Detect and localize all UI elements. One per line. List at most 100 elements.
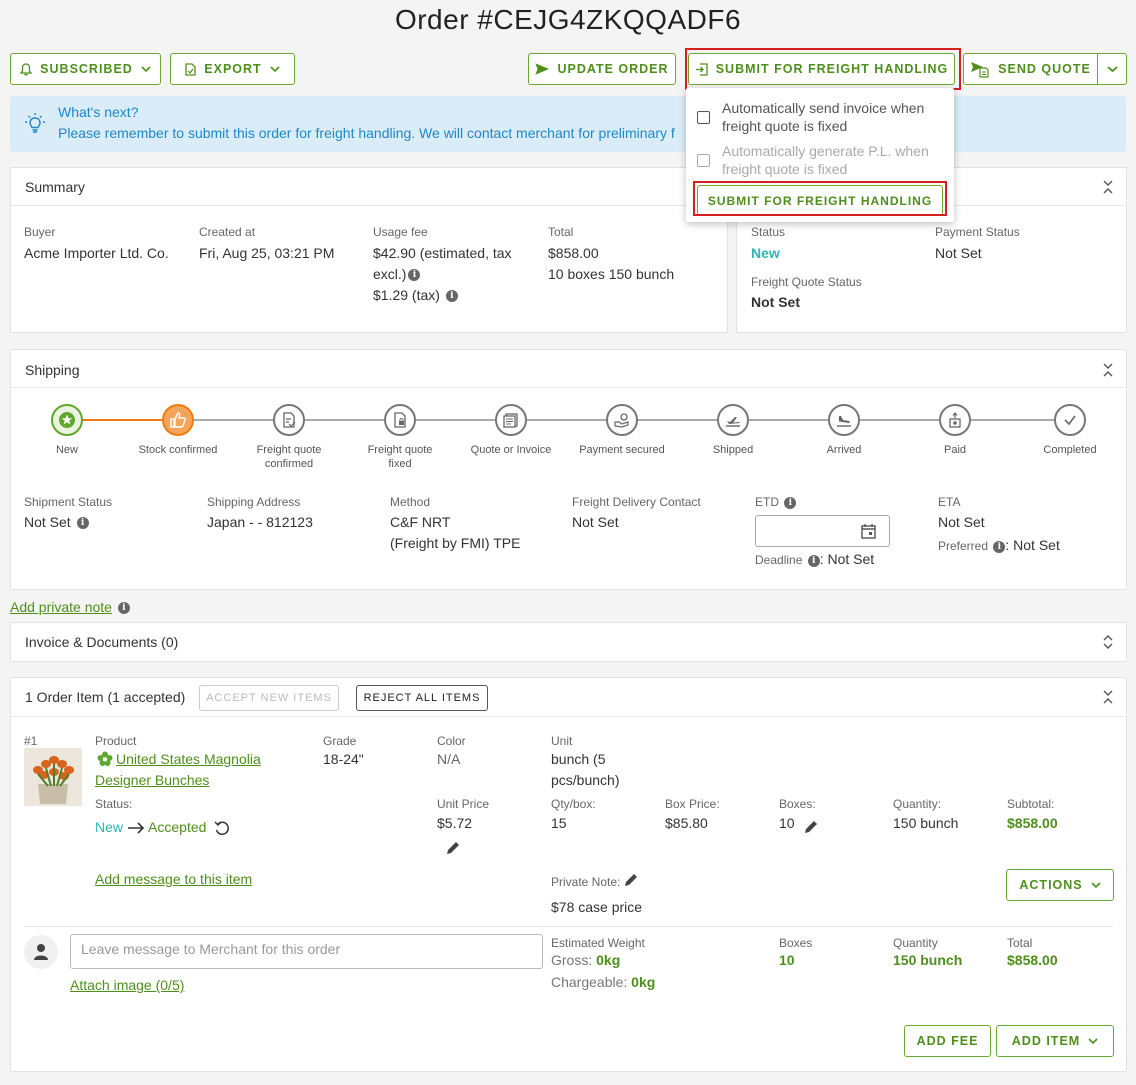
collapse-icon[interactable]: [1101, 179, 1115, 195]
usage-fee-estimated: $42.90 (estimated, tax excl.): [373, 245, 512, 282]
unit-value: bunch (5 pcs/bunch): [551, 751, 620, 788]
item-status-label: Status:: [95, 797, 133, 811]
step-label: Paid: [943, 444, 967, 456]
info-icon[interactable]: i: [117, 602, 130, 615]
usage-fee-label: Usage fee: [373, 225, 428, 239]
buyer-value: Acme Importer Ltd. Co.: [24, 245, 169, 261]
order-items-card: 1 Order Item (1 accepted) ACCEPT NEW ITE…: [10, 677, 1127, 1072]
shipping-title: Shipping: [25, 362, 80, 378]
unit-label: Unit: [551, 734, 573, 748]
total-boxes-label: Boxes: [779, 936, 813, 950]
send-quote-button[interactable]: SEND QUOTE: [963, 53, 1098, 85]
step-label: Freight quote fixed: [367, 444, 433, 470]
qty-box-value: 15: [551, 815, 567, 831]
collapse-icon[interactable]: [1101, 689, 1115, 705]
info-icon[interactable]: i: [807, 554, 820, 567]
total-sub: 10 boxes 150 bunch: [548, 266, 675, 282]
info-icon[interactable]: i: [993, 540, 1006, 553]
product-link[interactable]: United States Magnolia Designer Bunches: [95, 751, 261, 788]
box-price-value: $85.80: [665, 815, 708, 831]
bell-icon: [20, 62, 33, 76]
grand-total-value: $858.00: [1007, 952, 1058, 968]
info-icon[interactable]: i: [408, 269, 421, 282]
deadline-label: Deadline: [755, 553, 803, 567]
step-label: Stock confirmed: [138, 444, 218, 456]
shipment-status-label: Shipment Status: [24, 495, 113, 509]
actions-label: ACTIONS: [1019, 878, 1083, 892]
invoice-title: Invoice & Documents (0): [25, 634, 179, 650]
calendar-icon[interactable]: [861, 523, 876, 539]
total-value: $858.00: [548, 245, 599, 261]
add-private-note[interactable]: Add private note i: [10, 599, 130, 615]
expand-icon[interactable]: [1101, 634, 1115, 650]
avatar: [24, 935, 58, 969]
update-order-button[interactable]: UPDATE ORDER: [528, 53, 676, 85]
eta-label: ETA: [938, 495, 961, 509]
step-shipped-icon: [717, 404, 749, 436]
accept-new-items-button[interactable]: ACCEPT NEW ITEMS: [199, 685, 339, 711]
pencil-icon[interactable]: [445, 840, 461, 856]
update-order-label: UPDATE ORDER: [557, 62, 669, 76]
product-image[interactable]: [24, 748, 82, 806]
shipping-address-value: Japan - - 812123: [207, 514, 313, 530]
banner-text: Please remember to submit this order for…: [58, 125, 675, 141]
step-new-icon: [51, 404, 83, 436]
preferred-value: : Not Set: [1005, 537, 1060, 553]
method-detail: (Freight by FMI) TPE: [390, 535, 521, 551]
merchant-message-input[interactable]: Leave message to Merchant for this order: [70, 934, 543, 969]
attach-image-link[interactable]: Attach image (0/5): [70, 977, 184, 993]
arrow-right-icon: [127, 822, 145, 834]
auto-pl-checkbox[interactable]: [697, 154, 710, 167]
step-label: Shipped: [712, 444, 754, 456]
created-value: Fri, Aug 25, 03:21 PM: [199, 245, 335, 261]
attach-image[interactable]: Attach image (0/5): [70, 975, 184, 996]
send-icon: [535, 63, 550, 75]
step-completed-icon: [1054, 404, 1086, 436]
pencil-icon[interactable]: [803, 819, 819, 835]
step-label: New: [55, 444, 78, 456]
add-private-note-link[interactable]: Add private note: [10, 599, 112, 615]
buyer-label: Buyer: [24, 225, 56, 239]
pencil-icon[interactable]: [623, 872, 639, 888]
status-label: Status: [751, 225, 786, 239]
info-icon[interactable]: i: [784, 496, 797, 509]
product-name[interactable]: United States Magnolia Designer Bunches: [95, 749, 295, 791]
deadline-value: : Not Set: [819, 551, 875, 567]
info-icon[interactable]: i: [76, 517, 89, 530]
send-quote-menu-button[interactable]: [1097, 53, 1127, 85]
invoice-card[interactable]: Invoice & Documents (0): [10, 622, 1127, 662]
lightbulb-icon: [25, 113, 45, 133]
send-document-icon: [971, 62, 989, 78]
unit-price-value: $5.72: [437, 815, 473, 831]
subtotal-value: $858.00: [1007, 815, 1058, 831]
unit-price-label: Unit Price: [437, 797, 490, 811]
shipment-status-text: Not Set: [24, 514, 71, 530]
add-fee-button[interactable]: ADD FEE: [904, 1025, 991, 1057]
step-quote-invoice-icon: [495, 404, 527, 436]
add-message-item[interactable]: Add message to this item: [95, 869, 252, 890]
status-value: New: [751, 245, 780, 261]
add-item-button[interactable]: ADD ITEM: [996, 1025, 1114, 1057]
quantity-value: 150 bunch: [893, 815, 959, 831]
collapse-icon[interactable]: [1101, 362, 1115, 378]
product-label: Product: [95, 734, 137, 748]
etd-label-wrap: ETD i: [755, 495, 797, 509]
subscribed-button[interactable]: SUBSCRIBED: [10, 53, 161, 85]
add-message-link[interactable]: Add message to this item: [95, 871, 252, 887]
next-step-banner: What's next? Please remember to submit t…: [10, 96, 1126, 152]
reject-all-items-button[interactable]: REJECT ALL ITEMS: [356, 685, 488, 711]
preferred-wrap: Preferred i: Not Set: [938, 537, 1060, 553]
auto-invoice-checkbox[interactable]: [697, 111, 710, 124]
private-note-value: $78 case price: [551, 899, 643, 915]
undo-icon[interactable]: [214, 820, 230, 836]
etd-label: ETD: [755, 495, 779, 509]
divider: [24, 926, 1113, 927]
chevron-down-icon: [1088, 1038, 1098, 1045]
chevron-down-icon: [270, 66, 280, 73]
actions-button[interactable]: ACTIONS: [1006, 869, 1114, 901]
person-icon: [34, 944, 48, 960]
export-button[interactable]: EXPORT: [170, 53, 295, 85]
color-label: Color: [437, 734, 466, 748]
info-icon[interactable]: i: [445, 290, 458, 303]
etd-date-input[interactable]: [755, 515, 890, 547]
